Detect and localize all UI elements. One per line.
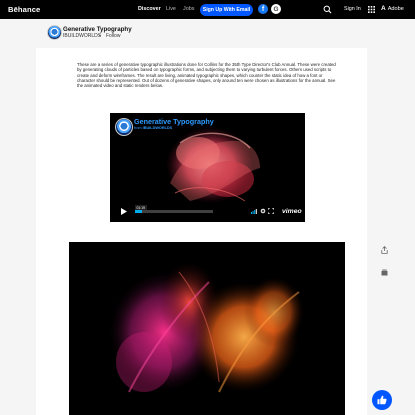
appreciate-button[interactable] [372,390,392,410]
facebook-signin-button[interactable]: f [258,4,268,14]
video-from-label: from [134,125,142,130]
video-progress-bar[interactable] [135,210,213,213]
separator-dot: • [99,33,101,39]
apps-grid-icon[interactable] [368,6,375,13]
save-icon [381,269,387,275]
nav-jobs[interactable]: Jobs [183,6,194,12]
video-owner-avatar[interactable] [115,118,133,136]
adobe-label: Adobe [387,5,404,12]
volume-icon[interactable] [251,208,257,214]
play-button[interactable] [115,206,133,217]
facebook-icon: f [261,5,265,13]
signin-link[interactable]: Sign In [344,6,361,12]
video-from-owner[interactable]: IBUILDWORLDS [143,126,173,130]
project-description: These are a series of generative typogra… [77,62,336,89]
top-nav-bar: Bēhance Discover Live Jobs Sign Up With … [0,0,415,19]
share-button[interactable] [378,244,390,256]
save-to-collection-button[interactable] [378,266,390,278]
video-from-line: from IBUILDWORLDS [134,126,172,130]
search-icon[interactable] [323,5,332,14]
nav-live[interactable]: Live [166,6,176,12]
video-player[interactable]: Generative Typography from IBUILDWORLDS … [110,113,305,222]
thumbs-up-icon [377,395,387,405]
google-icon: G [273,5,279,13]
adobe-link[interactable]: A Adobe [381,5,404,12]
follow-button[interactable]: Follow [106,33,120,39]
owner-avatar[interactable] [47,25,62,40]
signup-email-button[interactable]: Sign Up With Email [200,3,253,16]
particle-render-illustration [109,262,304,393]
settings-icon[interactable] [260,208,266,214]
video-progress-fill [135,210,143,213]
vimeo-logo[interactable]: vimeo [282,208,302,215]
share-icon [380,246,388,254]
owner-name-link[interactable]: IBUILDWORLDS [63,33,101,39]
adobe-logo-icon: A [381,5,386,12]
google-signin-button[interactable]: G [271,4,281,14]
project-title: Generative Typography [63,25,132,33]
play-icon [121,208,127,215]
fullscreen-icon[interactable] [268,208,274,214]
nav-discover[interactable]: Discover [138,6,161,12]
artwork-image [69,242,345,415]
behance-logo[interactable]: Bēhance [8,5,40,14]
